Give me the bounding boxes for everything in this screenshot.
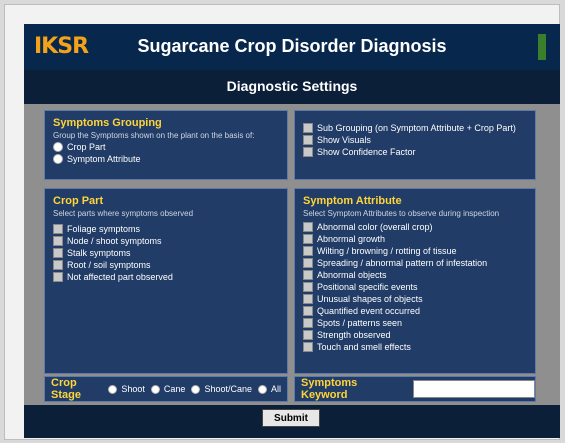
settings-bar: Diagnostic Settings bbox=[24, 70, 560, 104]
radio-icon[interactable] bbox=[150, 384, 160, 394]
checkbox-icon[interactable] bbox=[303, 294, 313, 304]
symptoms-grouping-title: Symptoms Grouping bbox=[53, 117, 162, 129]
symptom-attribute-item[interactable]: Spreading / abnormal pattern of infestat… bbox=[295, 258, 535, 268]
symptom-attribute-item[interactable]: Touch and smell effects bbox=[295, 342, 535, 352]
checkbox-icon[interactable] bbox=[303, 282, 313, 292]
radio-icon[interactable] bbox=[191, 384, 201, 394]
checkbox-icon[interactable] bbox=[53, 272, 63, 282]
crop-part-title: Crop Part bbox=[53, 195, 104, 207]
symptoms-grouping-desc: Group the Symptoms shown on the plant on… bbox=[53, 131, 255, 140]
crop-stage-label: Crop Stage bbox=[51, 377, 81, 401]
checkbox-icon[interactable] bbox=[303, 342, 313, 352]
symptom-attribute-box: Symptom Attribute Select Symptom Attribu… bbox=[294, 188, 536, 374]
symptom-attribute-item[interactable]: Spots / patterns seen bbox=[295, 318, 535, 328]
checkbox-icon[interactable] bbox=[303, 246, 313, 256]
symptom-attribute-item[interactable]: Quantified event occurred bbox=[295, 306, 535, 316]
checkbox-icon[interactable] bbox=[303, 258, 313, 268]
symptom-attribute-desc: Select Symptom Attributes to observe dur… bbox=[303, 209, 500, 218]
checkbox-icon[interactable] bbox=[303, 306, 313, 316]
checkbox-icon[interactable] bbox=[303, 222, 313, 232]
radio-icon[interactable] bbox=[53, 142, 63, 152]
symptom-attribute-item[interactable]: Strength observed bbox=[295, 330, 535, 340]
checkbox-icon[interactable] bbox=[53, 248, 63, 258]
display-options-box: Sub Grouping (on Symptom Attribute + Cro… bbox=[294, 110, 536, 180]
checkbox-icon[interactable] bbox=[53, 224, 63, 234]
app-header: IKSR Sugarcane Crop Disorder Diagnosis bbox=[24, 24, 560, 71]
symptom-attribute-item[interactable]: Positional specific events bbox=[295, 282, 535, 292]
symptoms-grouping-box: Symptoms Grouping Group the Symptoms sho… bbox=[44, 110, 288, 180]
checkbox-icon[interactable] bbox=[303, 270, 313, 280]
radio-icon[interactable] bbox=[53, 154, 63, 164]
stage-option-shootcane[interactable]: Shoot/Cane bbox=[191, 384, 252, 394]
stage-option-shoot[interactable]: Shoot bbox=[108, 384, 145, 394]
option-show-confidence[interactable]: Show Confidence Factor bbox=[295, 147, 535, 157]
checkbox-icon[interactable] bbox=[303, 318, 313, 328]
submit-button[interactable]: Submit bbox=[262, 409, 320, 427]
option-show-visuals[interactable]: Show Visuals bbox=[295, 135, 535, 145]
stage-option-all[interactable]: All bbox=[257, 384, 281, 394]
symptom-attribute-item[interactable]: Unusual shapes of objects bbox=[295, 294, 535, 304]
crop-part-item[interactable]: Not affected part observed bbox=[45, 272, 287, 282]
app-title: Sugarcane Crop Disorder Diagnosis bbox=[137, 36, 447, 56]
checkbox-icon[interactable] bbox=[303, 147, 313, 157]
crop-stage-bar: Crop Stage Shoot Cane Shoot/Cane All bbox=[44, 376, 288, 402]
grouping-option-symptom-attribute[interactable]: Symptom Attribute bbox=[45, 154, 287, 164]
keyword-label: Symptoms Keyword bbox=[301, 377, 358, 401]
stage-option-cane[interactable]: Cane bbox=[150, 384, 185, 394]
grouping-option-crop-part[interactable]: Crop Part bbox=[45, 142, 287, 152]
checkbox-icon[interactable] bbox=[53, 236, 63, 246]
crop-part-item[interactable]: Node / shoot symptoms bbox=[45, 236, 287, 246]
checkbox-icon[interactable] bbox=[53, 260, 63, 270]
settings-title: Diagnostic Settings bbox=[226, 78, 358, 94]
header-accent bbox=[538, 34, 546, 60]
crop-part-desc: Select parts where symptoms observed bbox=[53, 209, 194, 218]
crop-part-item[interactable]: Stalk symptoms bbox=[45, 248, 287, 258]
symptom-attribute-title: Symptom Attribute bbox=[303, 195, 402, 207]
crop-part-item[interactable]: Root / soil symptoms bbox=[45, 260, 287, 270]
checkbox-icon[interactable] bbox=[303, 234, 313, 244]
symptom-attribute-item[interactable]: Abnormal color (overall crop) bbox=[295, 222, 535, 232]
checkbox-icon[interactable] bbox=[303, 330, 313, 340]
symptom-attribute-item[interactable]: Abnormal growth bbox=[295, 234, 535, 244]
radio-icon[interactable] bbox=[257, 384, 267, 394]
crop-part-item[interactable]: Foliage symptoms bbox=[45, 224, 287, 234]
radio-icon[interactable] bbox=[108, 384, 118, 394]
checkbox-icon[interactable] bbox=[303, 123, 313, 133]
keyword-input[interactable] bbox=[413, 380, 535, 398]
crop-part-box: Crop Part Select parts where symptoms ob… bbox=[44, 188, 288, 374]
symptom-attribute-item[interactable]: Wilting / browning / rotting of tissue bbox=[295, 246, 535, 256]
keyword-bar: Symptoms Keyword bbox=[294, 376, 536, 402]
symptom-attribute-item[interactable]: Abnormal objects bbox=[295, 270, 535, 280]
checkbox-icon[interactable] bbox=[303, 135, 313, 145]
option-sub-grouping[interactable]: Sub Grouping (on Symptom Attribute + Cro… bbox=[295, 123, 535, 133]
